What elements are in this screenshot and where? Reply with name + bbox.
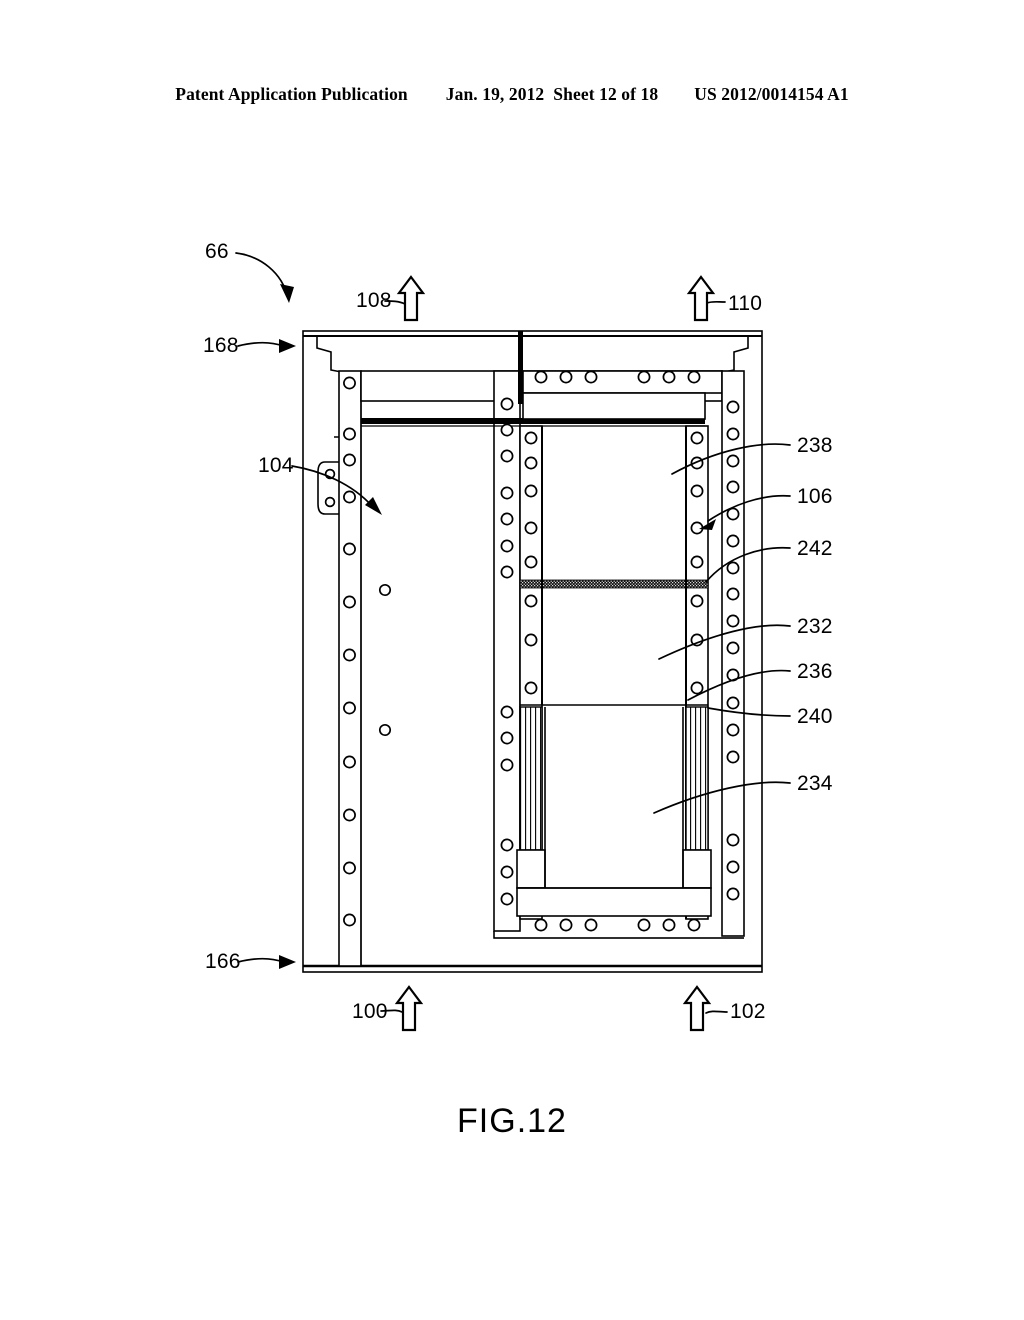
- ref-num-168: 168: [203, 334, 239, 357]
- figure-caption: FIG.12: [457, 1102, 567, 1140]
- inner-bottom-plate: [516, 887, 712, 917]
- ref-num-236: 236: [797, 660, 833, 683]
- ref-num-242: 242: [797, 537, 833, 560]
- leader-102: [705, 1010, 728, 1014]
- ref-num-240: 240: [797, 705, 833, 728]
- leader-110: [706, 300, 726, 304]
- flow-arrow-100: [394, 985, 424, 1032]
- leader-168: [237, 339, 296, 353]
- leader-166: [237, 955, 296, 969]
- ref-num-234: 234: [797, 772, 833, 795]
- ref-num-110: 110: [728, 292, 762, 315]
- flow-arrow-110: [686, 275, 716, 322]
- right-outer-rail: [721, 370, 745, 937]
- ref-num-102: 102: [730, 1000, 766, 1023]
- mid-divider-242: [519, 579, 709, 589]
- ref-num-100: 100: [352, 1000, 388, 1023]
- flow-arrow-108: [396, 275, 426, 322]
- ref-num-104: 104: [258, 454, 294, 477]
- leader-66: [235, 252, 294, 303]
- upper-right-panel: [522, 370, 723, 420]
- ref-num-238: 238: [797, 434, 833, 457]
- ref-num-232: 232: [797, 615, 833, 638]
- ref-num-66: 66: [205, 240, 229, 263]
- ref-num-108: 108: [356, 289, 392, 312]
- flow-arrow-102: [682, 985, 712, 1032]
- ref-num-106: 106: [797, 485, 833, 508]
- ref-num-166: 166: [205, 950, 241, 973]
